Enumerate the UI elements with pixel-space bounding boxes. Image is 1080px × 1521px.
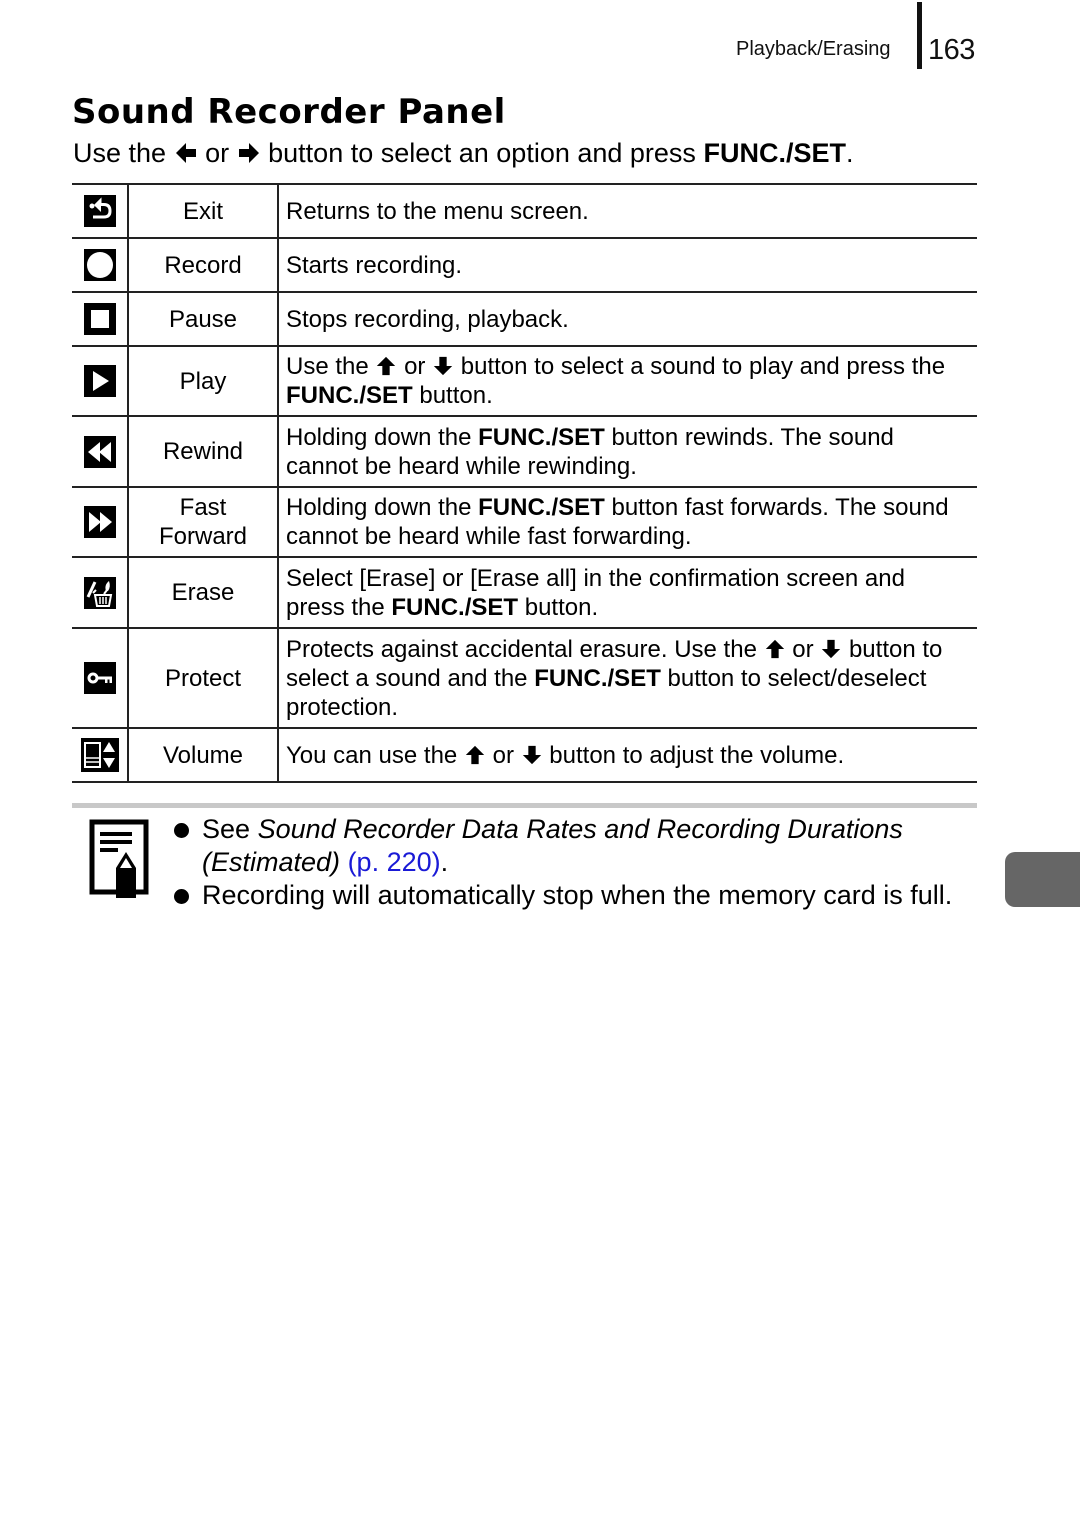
up-arrow-icon xyxy=(765,639,784,658)
desc-text: button to adjust the volume. xyxy=(549,741,845,769)
option-name: Pause xyxy=(128,291,279,347)
record-icon xyxy=(83,249,116,281)
left-arrow-icon xyxy=(175,143,196,163)
desc-text: button. xyxy=(524,593,599,621)
intro-middle: button to select an option and press xyxy=(268,138,696,168)
note-item: See Sound Recorder Data Rates and Record… xyxy=(172,813,972,879)
option-name: Protect xyxy=(128,627,279,729)
func-set-label: FUNC./SET xyxy=(286,382,413,409)
down-arrow-icon xyxy=(822,639,841,658)
func-set-label: FUNC./SET xyxy=(478,423,605,451)
memo-pencil-icon xyxy=(89,819,149,898)
table-row: Protect Protects against accidental eras… xyxy=(72,627,977,729)
desc-text: button. xyxy=(419,382,493,409)
table-row: Pause Stops recording, playback. xyxy=(72,291,977,347)
func-set-label: FUNC./SET xyxy=(391,593,519,621)
section-name: Playback/Erasing xyxy=(736,38,891,60)
rewind-icon xyxy=(83,435,116,468)
down-arrow-icon xyxy=(522,745,541,764)
notes-list: See Sound Recorder Data Rates and Record… xyxy=(172,813,972,912)
exit-icon xyxy=(83,195,116,227)
desc-text: or xyxy=(404,353,426,380)
table-row: Fast Forward Holding down the FUNC./SET … xyxy=(72,486,977,558)
icon-cell xyxy=(72,415,129,488)
icon-cell xyxy=(72,291,129,347)
desc-text: Use the xyxy=(286,353,369,380)
desc-text: Holding down the xyxy=(286,423,472,451)
bullet-icon xyxy=(174,823,189,838)
desc-text: or xyxy=(492,741,514,769)
note-reference-title: Sound Recorder Data Rates and Recording … xyxy=(202,814,903,877)
option-description: Starts recording. xyxy=(278,237,977,293)
note-text: . xyxy=(440,847,449,877)
icon-cell xyxy=(72,486,129,558)
table-row: Exit Returns to the menu screen. xyxy=(72,183,977,239)
table-row: Record Starts recording. xyxy=(72,237,977,293)
option-description: Holding down the FUNC./SET button rewind… xyxy=(278,415,977,488)
up-arrow-icon xyxy=(465,745,485,764)
sound-recorder-options-table: Exit Returns to the menu screen. Record … xyxy=(72,183,977,783)
option-name: Record xyxy=(128,237,279,293)
func-set-label: FUNC./SET xyxy=(703,138,846,168)
desc-text: You can use the xyxy=(286,741,458,769)
note-text: Recording will automatically stop when t… xyxy=(202,880,953,910)
table-row: Erase Select [Erase] or [Erase all] in t… xyxy=(72,556,977,629)
desc-text: Protects against accidental erasure. Use… xyxy=(286,635,757,663)
option-description: You can use the or button to adjust the … xyxy=(278,727,977,783)
option-description: Returns to the menu screen. xyxy=(278,183,977,239)
page-title: Sound Recorder Panel xyxy=(72,92,506,132)
option-name: Erase xyxy=(128,556,279,629)
option-name-line: Fast xyxy=(179,494,227,521)
up-arrow-icon xyxy=(377,356,396,376)
table-row: Play Use the or button to select a sound… xyxy=(72,345,977,417)
desc-text: button to select a sound to play and pre… xyxy=(460,353,946,380)
option-name: Volume xyxy=(128,727,279,783)
note-text: See xyxy=(202,814,251,844)
intro-text: Use the or button to select an option an… xyxy=(73,138,853,169)
option-name-line: Forward xyxy=(158,523,248,550)
icon-cell xyxy=(72,237,129,293)
down-arrow-icon xyxy=(433,356,453,376)
icon-cell xyxy=(72,345,129,417)
table-row: Volume You can use the or button to adju… xyxy=(72,727,977,783)
intro-suffix: . xyxy=(845,138,854,168)
note-item: Recording will automatically stop when t… xyxy=(172,879,972,912)
intro-or: or xyxy=(205,138,230,168)
volume-icon xyxy=(80,738,119,772)
pause-icon xyxy=(83,303,116,335)
table-row: Rewind Holding down the FUNC./SET button… xyxy=(72,415,977,488)
option-description: Stops recording, playback. xyxy=(278,291,977,347)
option-description: Use the or button to select a sound to p… xyxy=(278,345,977,417)
bullet-icon xyxy=(174,889,189,904)
icon-cell xyxy=(72,727,129,783)
page-number: 163 xyxy=(928,34,975,66)
icon-cell xyxy=(72,627,129,729)
option-name: Exit xyxy=(128,183,279,239)
option-name: Play xyxy=(128,345,279,417)
option-name: Fast Forward xyxy=(128,486,279,558)
play-icon xyxy=(83,365,116,397)
icon-cell xyxy=(72,556,129,629)
section-divider xyxy=(72,803,977,808)
intro-prefix: Use the xyxy=(73,138,167,168)
chapter-tab xyxy=(1005,852,1080,907)
fast-forward-icon xyxy=(83,506,116,538)
header-divider xyxy=(917,2,922,69)
option-name: Rewind xyxy=(128,415,279,488)
page-reference-link[interactable]: (p. 220) xyxy=(348,847,441,877)
option-description: Select [Erase] or [Erase all] in the con… xyxy=(278,556,977,629)
desc-text: or xyxy=(792,635,814,663)
erase-icon xyxy=(83,576,116,609)
protect-icon xyxy=(83,662,116,694)
option-description: Holding down the FUNC./SET button fast f… xyxy=(278,486,977,558)
option-description: Protects against accidental erasure. Use… xyxy=(278,627,977,729)
desc-text: Holding down the xyxy=(286,494,472,521)
icon-cell xyxy=(72,183,129,239)
func-set-label: FUNC./SET xyxy=(534,664,661,692)
right-arrow-icon xyxy=(238,143,259,163)
func-set-label: FUNC./SET xyxy=(478,494,605,521)
